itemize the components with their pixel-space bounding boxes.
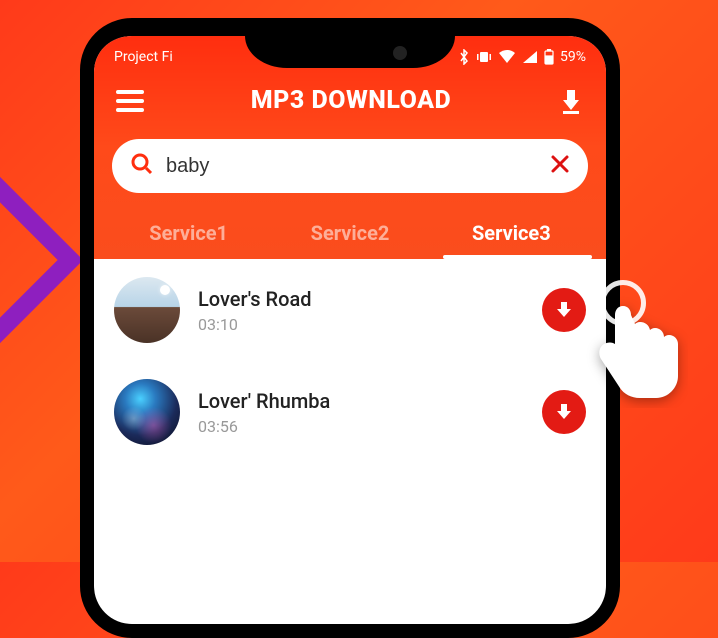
battery-percent: 59%: [560, 49, 586, 65]
status-right: 59%: [458, 49, 586, 65]
track-info: Lover' Rhumba 03:56: [198, 389, 524, 436]
phone-frame: Project Fi 59% MP3 DOWNLOAD: [80, 18, 620, 638]
download-icon: [553, 401, 575, 423]
list-item[interactable]: Lover's Road 03:10: [94, 259, 606, 361]
vibrate-icon: [476, 50, 492, 64]
battery-icon: [544, 49, 554, 65]
track-duration: 03:10: [198, 315, 524, 334]
top-nav: MP3 DOWNLOAD: [94, 72, 606, 125]
search-input[interactable]: [166, 155, 538, 178]
signal-icon: [522, 50, 538, 64]
wifi-icon: [498, 50, 516, 64]
search-icon: [130, 152, 154, 180]
app-title: MP3 DOWNLOAD: [251, 86, 451, 115]
track-info: Lover's Road 03:10: [198, 287, 524, 334]
results-list: Lover's Road 03:10 Lover' Rhumba 03:56: [94, 259, 606, 463]
search-wrap: [94, 125, 606, 211]
search-bar[interactable]: [112, 139, 588, 193]
track-thumbnail: [114, 277, 180, 343]
track-title: Lover' Rhumba: [198, 389, 524, 413]
tab-service1[interactable]: Service1: [108, 211, 269, 259]
menu-button[interactable]: [116, 90, 144, 112]
track-thumbnail: [114, 379, 180, 445]
downloads-button[interactable]: [558, 88, 584, 114]
tab-service3[interactable]: Service3: [431, 211, 592, 259]
tabs: Service1 Service2 Service3: [94, 211, 606, 259]
background-diamond-decoration: [0, 147, 83, 373]
download-icon: [553, 299, 575, 321]
phone-notch: [245, 36, 455, 68]
download-button[interactable]: [542, 288, 586, 332]
clear-search-button[interactable]: [550, 152, 570, 180]
tab-service2[interactable]: Service2: [269, 211, 430, 259]
download-button[interactable]: [542, 390, 586, 434]
list-item[interactable]: Lover' Rhumba 03:56: [94, 361, 606, 463]
bluetooth-icon: [458, 49, 470, 65]
app-header: Project Fi 59% MP3 DOWNLOAD: [94, 36, 606, 259]
phone-screen: Project Fi 59% MP3 DOWNLOAD: [94, 36, 606, 624]
carrier-label: Project Fi: [114, 49, 173, 65]
track-duration: 03:56: [198, 417, 524, 436]
track-title: Lover's Road: [198, 287, 524, 311]
